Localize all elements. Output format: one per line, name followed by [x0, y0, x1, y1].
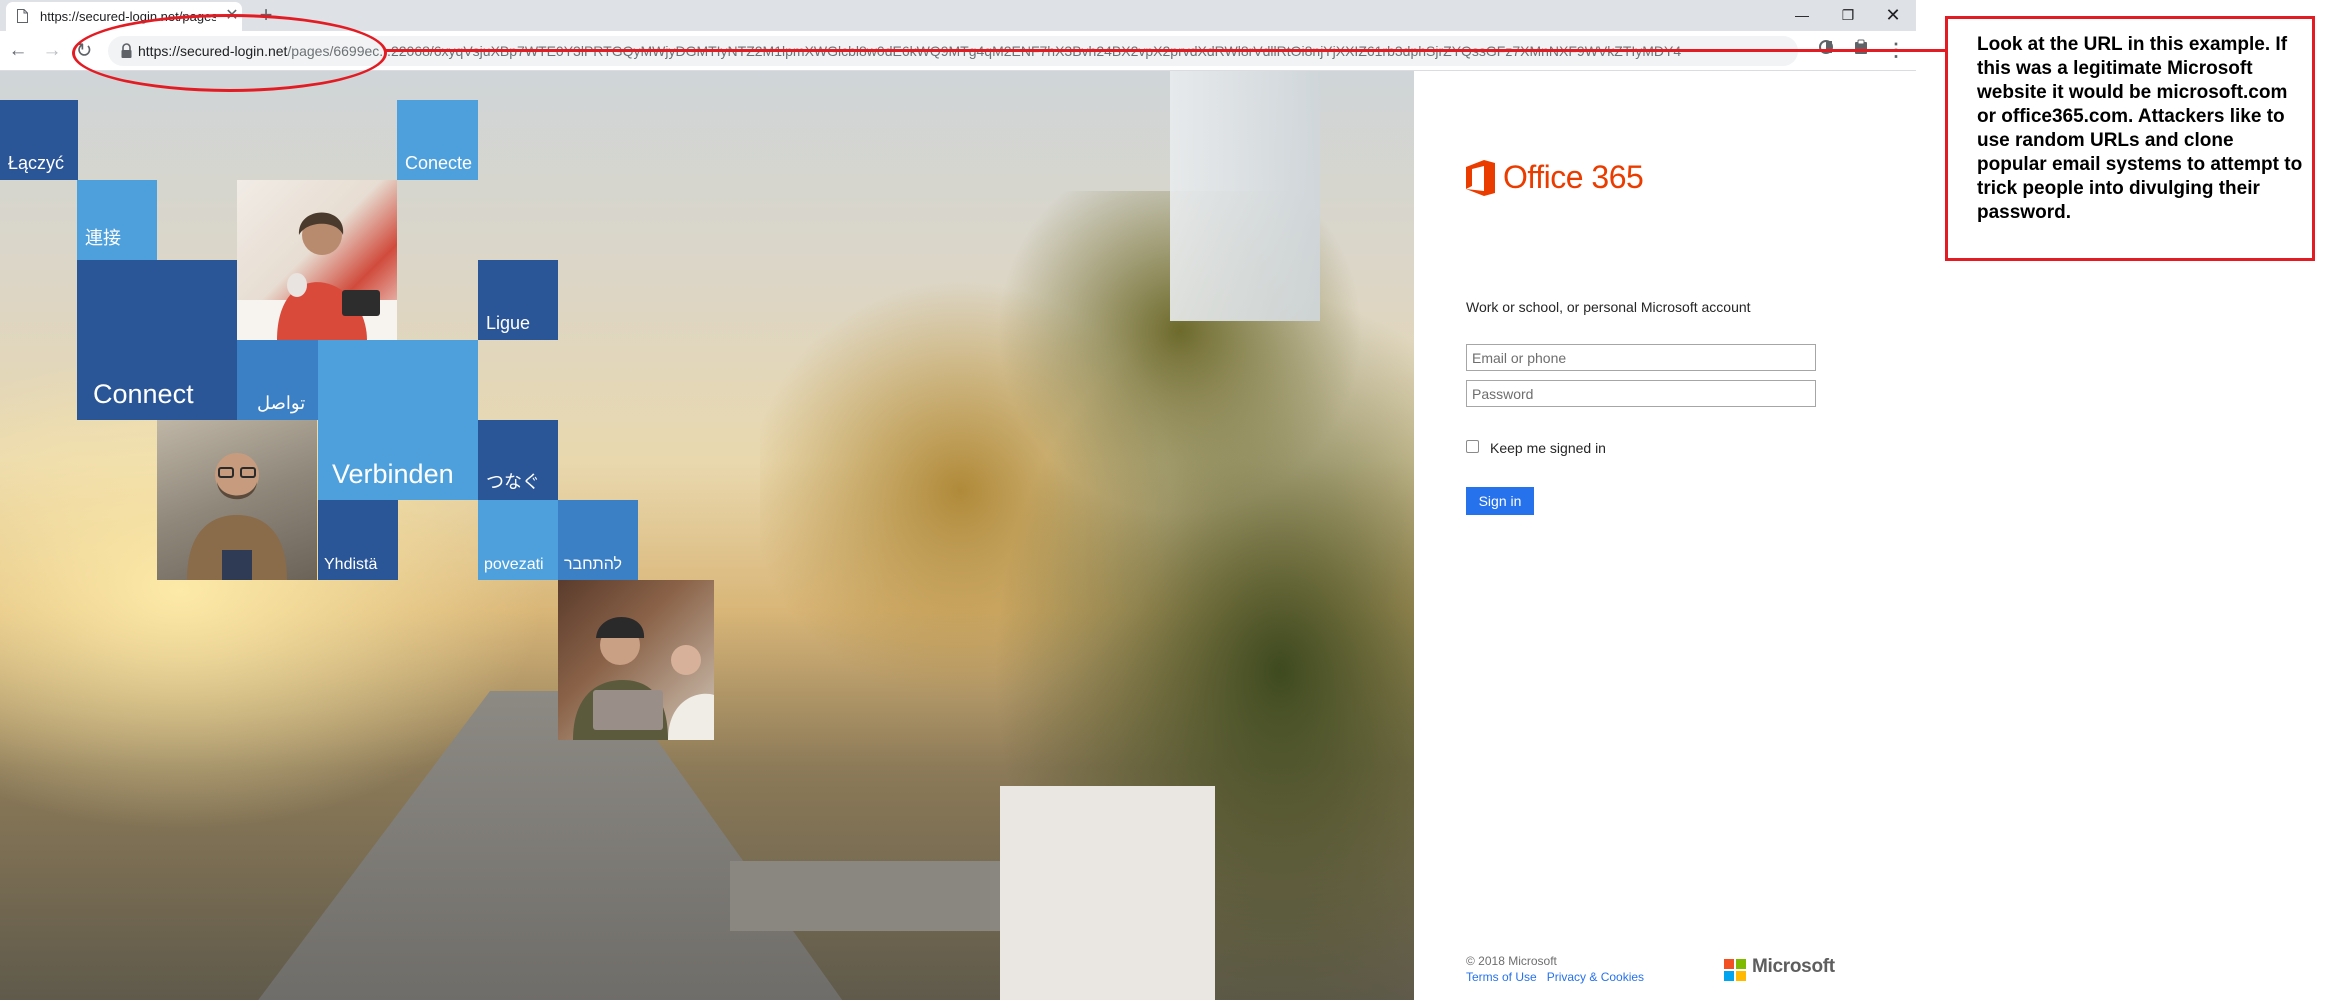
- tile-label: تواصل: [257, 393, 306, 413]
- person-illustration: [237, 212, 397, 340]
- tile-label: 連接: [85, 228, 121, 248]
- foreground-building: [1000, 786, 1215, 1000]
- tile-label: Yhdistä: [324, 556, 378, 573]
- tile-label: Connect: [93, 379, 194, 409]
- tile-label: Ligue: [486, 313, 531, 333]
- restore-button[interactable]: ❐: [1825, 0, 1871, 31]
- annotation-text: Look at the URL in this example. If this…: [1977, 34, 2303, 223]
- tile-label: つなぐ: [486, 472, 540, 492]
- tile-laczyc: Łączyć: [0, 100, 78, 180]
- copyright-text: © 2018 Microsoft: [1466, 954, 1557, 968]
- tile-povezati: povezati: [478, 500, 558, 580]
- keep-signed-in-label: Keep me signed in: [1490, 440, 1606, 456]
- photo-woman-tablet: [237, 180, 397, 340]
- tile-ligue: Ligue: [478, 260, 558, 340]
- signin-panel: Office 365 Work or school, or personal M…: [1414, 71, 1916, 1000]
- email-field[interactable]: [1466, 344, 1816, 371]
- microsoft-logo-icon: [1724, 959, 1746, 981]
- annotation-callout-box: Look at the URL in this example. If this…: [1945, 16, 2315, 261]
- minimize-button[interactable]: —: [1779, 0, 1825, 31]
- privacy-link[interactable]: Privacy & Cookies: [1547, 970, 1644, 984]
- photo-man-phone: [157, 420, 317, 580]
- close-window-button[interactable]: ✕: [1870, 0, 1916, 31]
- tile-label: Conecte: [405, 153, 473, 173]
- tile-conecte: Conecte: [397, 100, 478, 180]
- overpass: [730, 861, 1030, 931]
- tile-label: להתחבר: [564, 556, 622, 573]
- tile-label: povezati: [484, 556, 544, 573]
- background-building: [1170, 71, 1320, 321]
- callout-connector-line: [385, 49, 1945, 52]
- tile-lianjie: 連接: [77, 180, 157, 260]
- tile-lehitchaber: להתחבר: [558, 500, 638, 580]
- office-logo-icon: [1466, 160, 1495, 196]
- hero-image: Łączyć Conecte 連接 Ligue Connect تواصل Ve…: [0, 71, 1414, 1000]
- office-365-logo-text: Office 365: [1503, 159, 1644, 195]
- tile-yhdista: Yhdistä: [318, 500, 398, 580]
- tile-label: Łączyć: [8, 153, 65, 173]
- browser-window: https://secured-login.net/pages/ ✕ + — ❐…: [0, 0, 1916, 1000]
- keep-signed-in-checkbox[interactable]: [1466, 440, 1479, 453]
- account-prompt: Work or school, or personal Microsoft ac…: [1466, 299, 1751, 315]
- back-button[interactable]: ←: [4, 37, 32, 65]
- password-field[interactable]: [1466, 380, 1816, 407]
- tile-tsunagu: つなぐ: [478, 420, 558, 500]
- page-icon: [17, 9, 28, 23]
- tile-connect: Connect: [77, 260, 237, 420]
- forward-button[interactable]: →: [38, 37, 66, 65]
- tile-verbinden: Verbinden: [318, 340, 478, 500]
- person-illustration: [573, 617, 714, 740]
- terms-of-use-link[interactable]: Terms of Use: [1466, 970, 1537, 984]
- microsoft-logo-text: Microsoft: [1752, 956, 1835, 977]
- footer-links: Terms of Use Privacy & Cookies: [1466, 970, 1654, 984]
- photo-man-laptop: [558, 580, 714, 740]
- tile-label: Verbinden: [332, 459, 454, 489]
- sign-in-button[interactable]: Sign in: [1466, 487, 1534, 515]
- tile-tawasal: تواصل: [237, 340, 318, 420]
- person-illustration: [187, 453, 287, 580]
- url-highlight-ellipse: [72, 14, 387, 92]
